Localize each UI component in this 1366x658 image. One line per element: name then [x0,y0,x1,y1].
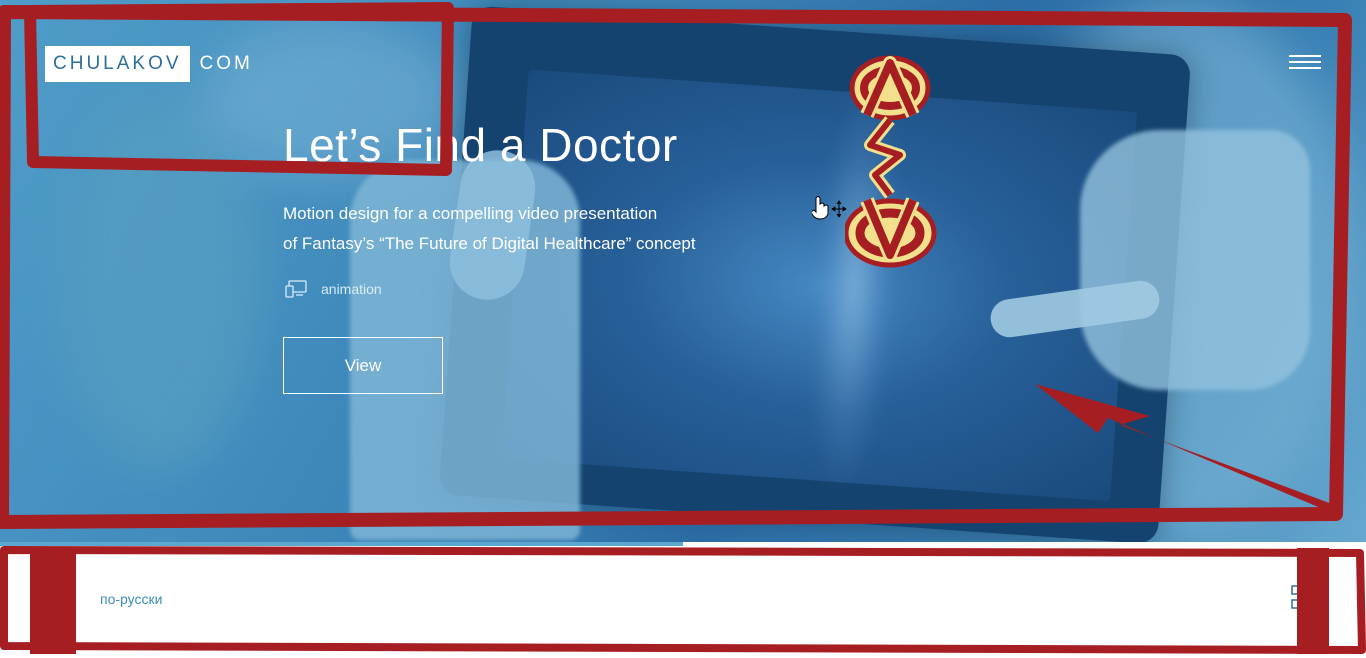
site-logo[interactable]: CHULAKOV COM [45,46,253,82]
logo-suffix: COM [199,53,253,74]
view-button[interactable]: View [283,337,443,394]
footer-bar: по-русски [0,542,1366,658]
language-link[interactable]: по-русски [100,591,162,607]
hero-subtitle: Motion design for a compelling video pre… [283,199,763,259]
category-tag[interactable]: animation [285,280,382,298]
logo-box: CHULAKOV [45,46,190,82]
monitor-devices-icon [285,280,307,298]
subtitle-line: of Fantasy’s “The Future of Digital Heal… [283,234,696,253]
hamburger-icon[interactable] [1289,55,1321,71]
hero-banner: CHULAKOV COM Let’s Find a Doctor Motion … [0,0,1366,542]
grid-icon[interactable] [1290,584,1304,614]
badge-logo-icon [845,55,937,268]
hero-title: Let’s Find a Doctor [283,119,678,171]
subtitle-line: Motion design for a compelling video pre… [283,204,658,223]
category-label: animation [321,281,382,297]
move-cursor-icon [812,196,847,220]
progress-line [0,542,683,546]
